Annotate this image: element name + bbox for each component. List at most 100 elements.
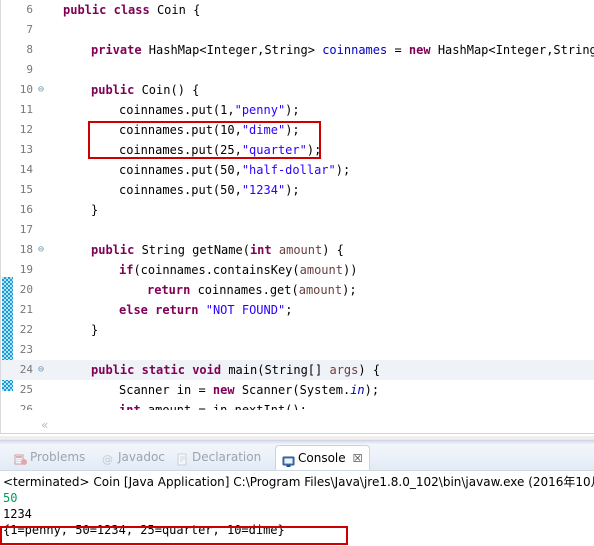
line-number: 11 <box>19 103 33 116</box>
code-text: public class Coin { <box>63 0 200 20</box>
code-token: class <box>113 3 150 17</box>
line-number: 23 <box>19 343 33 356</box>
console-output-area[interactable]: <terminated> Coin [Java Application] C:\… <box>0 471 594 546</box>
code-token: public <box>91 83 135 97</box>
line-number: 16 <box>19 203 33 216</box>
tab-label: Console <box>298 450 346 465</box>
code-token: new <box>408 43 431 57</box>
tab-label: Declaration <box>192 450 262 464</box>
code-token: } <box>91 323 99 337</box>
code-token: amount <box>278 243 323 257</box>
code-text: return coinnames.get(amount); <box>147 280 357 300</box>
console-view[interactable]: Problems @ Javadoc Declaration Console ☒ <ter… <box>0 444 594 546</box>
code-line[interactable]: 12 coinnames.put(10,"dime"); <box>1 120 594 140</box>
line-number: 26 <box>19 403 33 410</box>
tab-label: Javadoc <box>118 450 165 464</box>
bottom-view-tabbar[interactable]: Problems @ Javadoc Declaration Console ☒ <box>0 444 594 471</box>
code-token: coinnames <box>322 43 388 57</box>
code-token: coinnames.put(50, <box>119 163 242 177</box>
code-token: ); <box>306 143 322 157</box>
code-line[interactable]: 23 <box>1 340 594 360</box>
code-text: else return "NOT FOUND"; <box>119 300 292 320</box>
code-line[interactable]: 22} <box>1 320 594 340</box>
code-token: "half-dollar" <box>241 163 336 177</box>
code-token: ); <box>285 183 300 197</box>
code-line[interactable]: 13 coinnames.put(25,"quarter"); <box>1 140 594 160</box>
code-text: Scanner in = new Scanner(System.in); <box>119 380 379 400</box>
problems-icon <box>14 451 27 465</box>
view-separator <box>0 436 594 444</box>
code-token: "penny" <box>234 103 286 117</box>
code-token: Scanner in = <box>119 383 213 397</box>
declaration-icon <box>176 451 189 465</box>
code-line[interactable]: 10 ⊖ public Coin() { <box>1 80 594 100</box>
code-line[interactable]: 7 <box>1 20 594 40</box>
code-token: coinnames.put(10, <box>119 123 242 137</box>
line-number: 21 <box>19 303 33 316</box>
code-token: "1234" <box>241 183 286 197</box>
code-line[interactable]: 17 <box>1 220 594 240</box>
line-number: 9 <box>26 63 33 76</box>
code-line[interactable]: 25 Scanner in = new Scanner(System.in); <box>1 380 594 400</box>
code-text: public String getName(int amount) { <box>91 240 344 260</box>
code-line[interactable]: 20 return coinnames.get(amount); <box>1 280 594 300</box>
editor-frame-divider <box>1 433 594 434</box>
code-line[interactable]: 15 coinnames.put(50,"1234"); <box>1 180 594 200</box>
tab-declaration[interactable]: Declaration <box>170 446 267 468</box>
code-token: (coinnames.containsKey( <box>133 263 300 277</box>
code-line[interactable]: 18 ⊖ public String getName(int amount) { <box>1 240 594 260</box>
code-token: public <box>91 243 135 257</box>
close-icon[interactable]: ☒ <box>353 446 363 471</box>
code-token: private <box>91 43 142 57</box>
code-line[interactable]: 24 ⊖ public static void main(String[] args… <box>1 360 594 380</box>
code-token: Coin() { <box>134 83 200 97</box>
code-token: = <box>387 43 409 57</box>
tab-console[interactable]: Console ☒ <box>275 445 370 470</box>
code-line[interactable]: 19 if(coinnames.containsKey(amount)) <box>1 260 594 280</box>
code-token: static <box>141 363 185 377</box>
code-token: void <box>192 363 222 377</box>
tab-label: Problems <box>30 450 86 464</box>
code-text: } <box>91 200 98 220</box>
editor-bottom-strip <box>1 410 594 434</box>
line-number: 14 <box>19 163 33 176</box>
code-token: )) <box>342 263 358 277</box>
code-token: in <box>350 383 365 397</box>
code-line[interactable]: 11 coinnames.put(1,"penny"); <box>1 100 594 120</box>
java-editor[interactable]: 6 public class Coin {7 8 private HashMap<In… <box>0 0 594 434</box>
fold-collapse-icon[interactable]: ⊖ <box>35 240 47 260</box>
code-line[interactable]: 16} <box>1 200 594 220</box>
console-line-stdout-1: 1234 <box>3 507 32 521</box>
code-token: return <box>147 283 191 297</box>
code-token: "dime" <box>241 123 286 137</box>
code-token: coinnames.put(1, <box>119 103 235 117</box>
code-text: private HashMap<Integer,String> coinname… <box>91 40 594 60</box>
code-line[interactable]: 14 coinnames.put(50,"half-dollar"); <box>1 160 594 180</box>
code-line[interactable]: 9 <box>1 60 594 80</box>
line-number: 25 <box>19 383 33 396</box>
tab-javadoc[interactable]: @ Javadoc <box>96 446 171 468</box>
tab-problems[interactable]: Problems <box>8 446 91 468</box>
code-line[interactable]: 6 public class Coin { <box>1 0 594 20</box>
code-line[interactable]: 21 else return "NOT FOUND"; <box>1 300 594 320</box>
fold-collapse-icon[interactable]: ⊖ <box>35 80 47 100</box>
code-area[interactable]: 6 public class Coin {7 8 private HashMap<In… <box>1 0 594 410</box>
code-token: int <box>249 243 272 257</box>
code-token: Scanner(System. <box>234 383 351 397</box>
fold-collapse-icon[interactable]: ⊖ <box>35 360 47 380</box>
console-icon <box>282 452 295 467</box>
code-token: HashMap<Integer,String>(); <box>437 43 594 57</box>
code-token: int <box>119 403 141 410</box>
code-token: else <box>119 303 148 317</box>
line-number: 13 <box>19 143 33 156</box>
scroll-left-icon[interactable]: « <box>41 418 48 432</box>
code-line[interactable]: 8 private HashMap<Integer,String> coinnam… <box>1 40 594 60</box>
code-text: coinnames.put(1,"penny"); <box>119 100 300 120</box>
code-token: ); <box>342 283 357 297</box>
code-token: if <box>119 263 134 277</box>
code-line[interactable]: 26 int amount = in.nextInt(); <box>1 400 594 410</box>
code-token: ); <box>364 383 380 397</box>
code-token: ); <box>335 163 351 177</box>
